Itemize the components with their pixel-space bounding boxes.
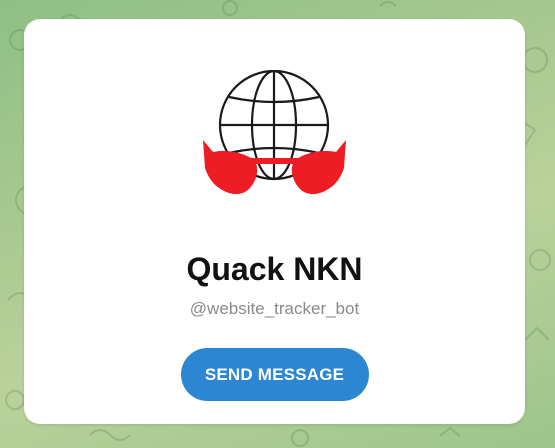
chat-background: Quack NKN @website_tracker_bot SEND MESS… <box>0 0 555 448</box>
bot-profile-card: Quack NKN @website_tracker_bot SEND MESS… <box>24 19 525 424</box>
send-message-button[interactable]: SEND MESSAGE <box>180 348 369 401</box>
bot-username: @website_tracker_bot <box>189 299 360 318</box>
globe-with-red-sunglasses-icon <box>203 70 346 195</box>
bot-name: Quack NKN <box>186 251 363 287</box>
